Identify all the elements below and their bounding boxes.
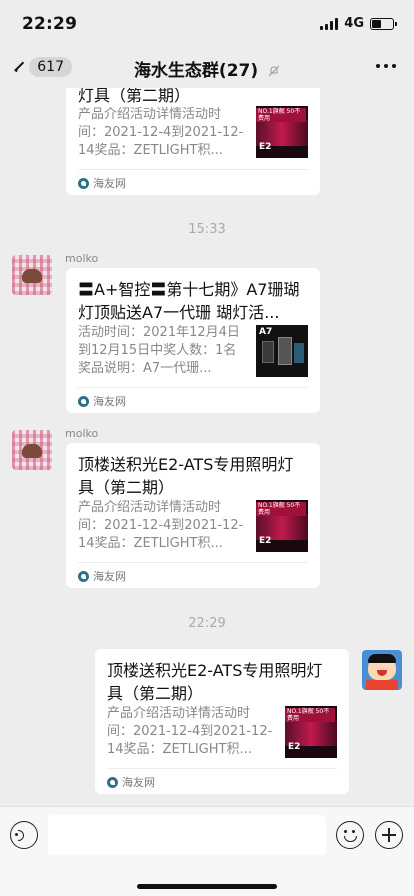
- card-title: 灯具（第二期）: [78, 88, 191, 105]
- chat-title-wrap[interactable]: 海水生态群(27): [0, 56, 414, 81]
- card-description: 产品介绍活动详情活动时间：2021-12-4到2021-12-14奖品：ZETL…: [107, 706, 273, 757]
- card-thumbnail: NO.1旗舰 50不费用 E2: [256, 500, 308, 552]
- thumb-label: E2: [288, 742, 301, 752]
- mute-bell-icon: [268, 65, 280, 77]
- timestamp: 22:29: [188, 616, 226, 631]
- source-name: 海友网: [93, 570, 126, 583]
- card-source: 海友网: [78, 175, 126, 191]
- thumb-badge: NO.1旗舰 50不费用: [285, 708, 335, 722]
- status-time: 22:29: [22, 14, 78, 34]
- link-card[interactable]: 灯具（第二期） 产品介绍活动详情活动时间：2021-12-4到2021-12-1…: [66, 88, 320, 195]
- timestamp: 15:33: [188, 222, 226, 237]
- card-source: 海友网: [78, 393, 126, 409]
- avatar[interactable]: [362, 650, 402, 690]
- thumb-label: E2: [259, 536, 272, 546]
- card-description: 产品介绍活动详情活动时间：2021-12-4到2021-12-14奖品：ZETL…: [78, 107, 244, 158]
- signal-icon: [320, 17, 339, 30]
- thumb-badge: NO.1旗舰 50不费用: [256, 502, 306, 516]
- link-card[interactable]: 〓A+智控〓第十七期》A7珊瑚灯顶贴送A7一代珊 瑚灯活... 活动时间：202…: [66, 268, 320, 413]
- nav-bar: 617 海水生态群(27): [0, 46, 414, 88]
- thumb-label: E2: [259, 142, 272, 152]
- thumb-badge: NO.1旗舰 50不费用: [256, 108, 306, 122]
- card-source: 海友网: [78, 568, 126, 584]
- thumb-label: A7: [259, 327, 273, 337]
- card-title: 顶楼送积光E2-ATS专用照明灯具（第二期）: [78, 455, 294, 497]
- card-thumbnail: NO.1旗舰 50不费用 E2: [256, 106, 308, 158]
- emoji-icon[interactable]: [336, 821, 364, 849]
- voice-icon[interactable]: [10, 821, 38, 849]
- card-title: 顶楼送积光E2-ATS专用照明灯具（第二期）: [107, 661, 323, 703]
- source-name: 海友网: [93, 395, 126, 408]
- battery-icon: [370, 17, 397, 30]
- card-source: 海友网: [107, 774, 155, 790]
- source-logo-icon: [78, 395, 89, 407]
- source-name: 海友网: [93, 177, 126, 190]
- source-logo-icon: [107, 776, 118, 788]
- source-logo-icon: [78, 570, 89, 582]
- card-divider: [78, 562, 308, 563]
- status-bar: 22:29 4G: [0, 0, 414, 46]
- message-input[interactable]: [48, 815, 326, 855]
- link-card[interactable]: 顶楼送积光E2-ATS专用照明灯具（第二期） 产品介绍活动详情活动时间：2021…: [66, 443, 320, 588]
- home-indicator[interactable]: [137, 884, 277, 889]
- plus-icon[interactable]: [375, 821, 403, 849]
- card-description: 活动时间：2021年12月4日到12月15日中奖人数：1名奖品说明：A7一代珊.…: [78, 325, 240, 376]
- avatar[interactable]: [12, 255, 52, 295]
- input-bar: [0, 806, 414, 896]
- source-name: 海友网: [122, 776, 155, 789]
- card-description: 产品介绍活动详情活动时间：2021-12-4到2021-12-14奖品：ZETL…: [78, 500, 244, 551]
- card-divider: [78, 169, 308, 170]
- link-card[interactable]: 顶楼送积光E2-ATS专用照明灯具（第二期） 产品介绍活动详情活动时间：2021…: [95, 649, 349, 794]
- avatar[interactable]: [12, 430, 52, 470]
- card-thumbnail: NO.1旗舰 50不费用 E2: [285, 706, 337, 758]
- status-indicators: 4G: [320, 16, 397, 31]
- more-icon[interactable]: [376, 64, 396, 68]
- sender-name: molko: [65, 252, 99, 265]
- card-divider: [107, 768, 337, 769]
- source-logo-icon: [78, 177, 89, 189]
- sender-name: molko: [65, 427, 99, 440]
- card-divider: [78, 387, 308, 388]
- card-title: 〓A+智控〓第十七期》A7珊瑚灯顶贴送A7一代珊 瑚灯活...: [78, 280, 300, 322]
- chat-title: 海水生态群(27): [133, 61, 259, 81]
- card-thumbnail: A7: [256, 325, 308, 377]
- chat-area[interactable]: 灯具（第二期） 产品介绍活动详情活动时间：2021-12-4到2021-12-1…: [0, 88, 414, 806]
- network-type: 4G: [344, 16, 364, 31]
